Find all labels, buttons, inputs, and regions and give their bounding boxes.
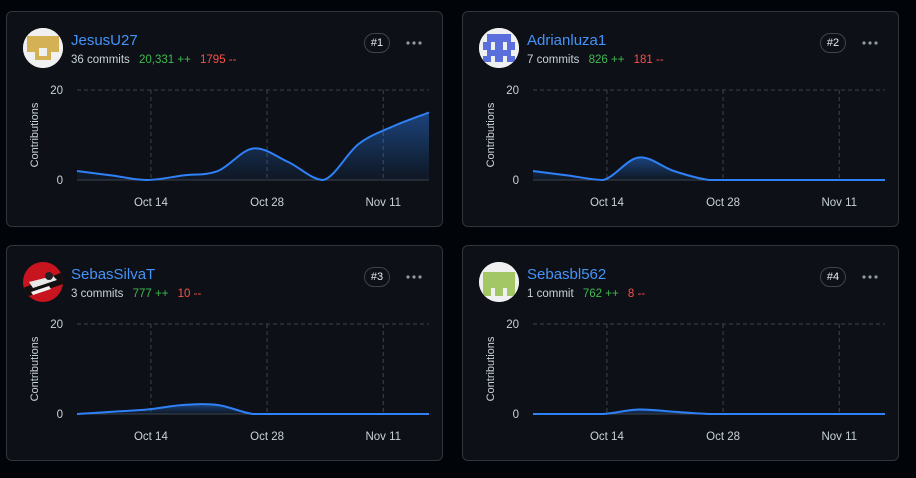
x-tick-label: Oct 28 [706, 197, 740, 209]
y-tick-label: 20 [506, 85, 519, 97]
deletions-count: 181 -- [633, 54, 664, 66]
y-axis-label: Contributions [29, 102, 41, 167]
y-axis-label: Contributions [485, 102, 497, 167]
x-tick-label: Nov 11 [365, 431, 401, 443]
contributions-area [533, 157, 885, 180]
avatar[interactable] [23, 262, 63, 302]
contributions-area [77, 404, 429, 414]
commit-count-link[interactable]: 36 commits [71, 54, 130, 66]
y-tick-label: 0 [57, 409, 63, 421]
profile-photo-icon [23, 262, 63, 302]
y-tick-label: 0 [513, 175, 519, 187]
y-axis-label: Contributions [29, 336, 41, 401]
x-tick-label: Nov 11 [365, 197, 401, 209]
rank-badge: #2 [820, 33, 846, 53]
deletions-count: 8 -- [627, 288, 646, 300]
identicon-icon [479, 262, 519, 302]
contributor-username[interactable]: SebasSilvaT [71, 266, 155, 284]
x-tick-label: Oct 28 [250, 197, 284, 209]
additions-count: 777 ++ [132, 288, 169, 300]
avatar[interactable] [479, 262, 519, 302]
contributions-chart: Contributions 0 20 Oct 14 Oct 28 Nov 11 [485, 85, 885, 209]
y-tick-label: 0 [57, 175, 63, 187]
contributor-stats: 1 commit 762 ++ 8 -- [527, 287, 645, 301]
x-tick-label: Oct 14 [134, 431, 168, 443]
contributions-chart: Contributions 0 20 Oct 14 Oct 28 Nov 11 [29, 85, 430, 209]
x-tick-label: Oct 14 [590, 197, 624, 209]
commit-count-link[interactable]: 7 commits [527, 54, 579, 66]
additions-count: 826 ++ [588, 54, 625, 66]
x-tick-label: Oct 14 [134, 197, 168, 209]
y-axis-label: Contributions [485, 336, 497, 401]
kebab-menu-icon[interactable] [404, 34, 424, 52]
rank-badge: #3 [364, 267, 390, 287]
contributor-stats: 36 commits 20,331 ++ 1795 -- [71, 53, 236, 67]
avatar[interactable] [23, 28, 63, 68]
contributor-username[interactable]: Sebasbl562 [527, 266, 606, 284]
contributor-username[interactable]: Adrianluza1 [527, 32, 606, 50]
x-tick-label: Oct 28 [250, 431, 284, 443]
y-tick-label: 20 [506, 319, 519, 331]
kebab-menu-icon[interactable] [404, 268, 424, 286]
x-tick-label: Nov 11 [821, 431, 857, 443]
avatar[interactable] [479, 28, 519, 68]
contributor-card: SebasSilvaT 3 commits 777 ++ 10 -- #3 Co… [6, 245, 443, 461]
x-tick-label: Nov 11 [821, 197, 857, 209]
kebab-menu-icon[interactable] [860, 268, 880, 286]
contributions-line [532, 156, 885, 182]
identicon-icon [479, 28, 519, 68]
contributions-line [533, 408, 885, 415]
commit-count-link[interactable]: 3 commits [71, 288, 123, 300]
contributor-card: Sebasbl562 1 commit 762 ++ 8 -- #4 Contr… [462, 245, 899, 461]
rank-badge: #1 [364, 33, 390, 53]
y-tick-label: 0 [513, 409, 519, 421]
additions-count: 20,331 ++ [139, 54, 191, 66]
contributions-area [77, 112, 429, 180]
additions-count: 762 ++ [582, 288, 619, 300]
contributions-chart: Contributions 0 20 Oct 14 Oct 28 Nov 11 [485, 319, 885, 443]
contributor-stats: 3 commits 777 ++ 10 -- [71, 287, 201, 301]
contributor-stats: 7 commits 826 ++ 181 -- [527, 53, 664, 67]
identicon-icon [23, 28, 63, 68]
x-tick-label: Oct 28 [706, 431, 740, 443]
contributor-username[interactable]: JesusU27 [71, 32, 138, 50]
kebab-menu-icon[interactable] [860, 34, 880, 52]
deletions-count: 1795 -- [200, 54, 237, 66]
y-tick-label: 20 [50, 85, 63, 97]
contributor-card: JesusU27 36 commits 20,331 ++ 1795 -- #1… [6, 11, 443, 227]
contributor-card: Adrianluza1 7 commits 826 ++ 181 -- #2 C… [462, 11, 899, 227]
rank-badge: #4 [820, 267, 846, 287]
contributions-chart: Contributions 0 20 Oct 14 Oct 28 Nov 11 [29, 319, 429, 443]
commit-count-link[interactable]: 1 commit [527, 288, 574, 300]
x-tick-label: Oct 14 [590, 431, 624, 443]
deletions-count: 10 -- [177, 288, 202, 300]
y-tick-label: 20 [50, 319, 63, 331]
